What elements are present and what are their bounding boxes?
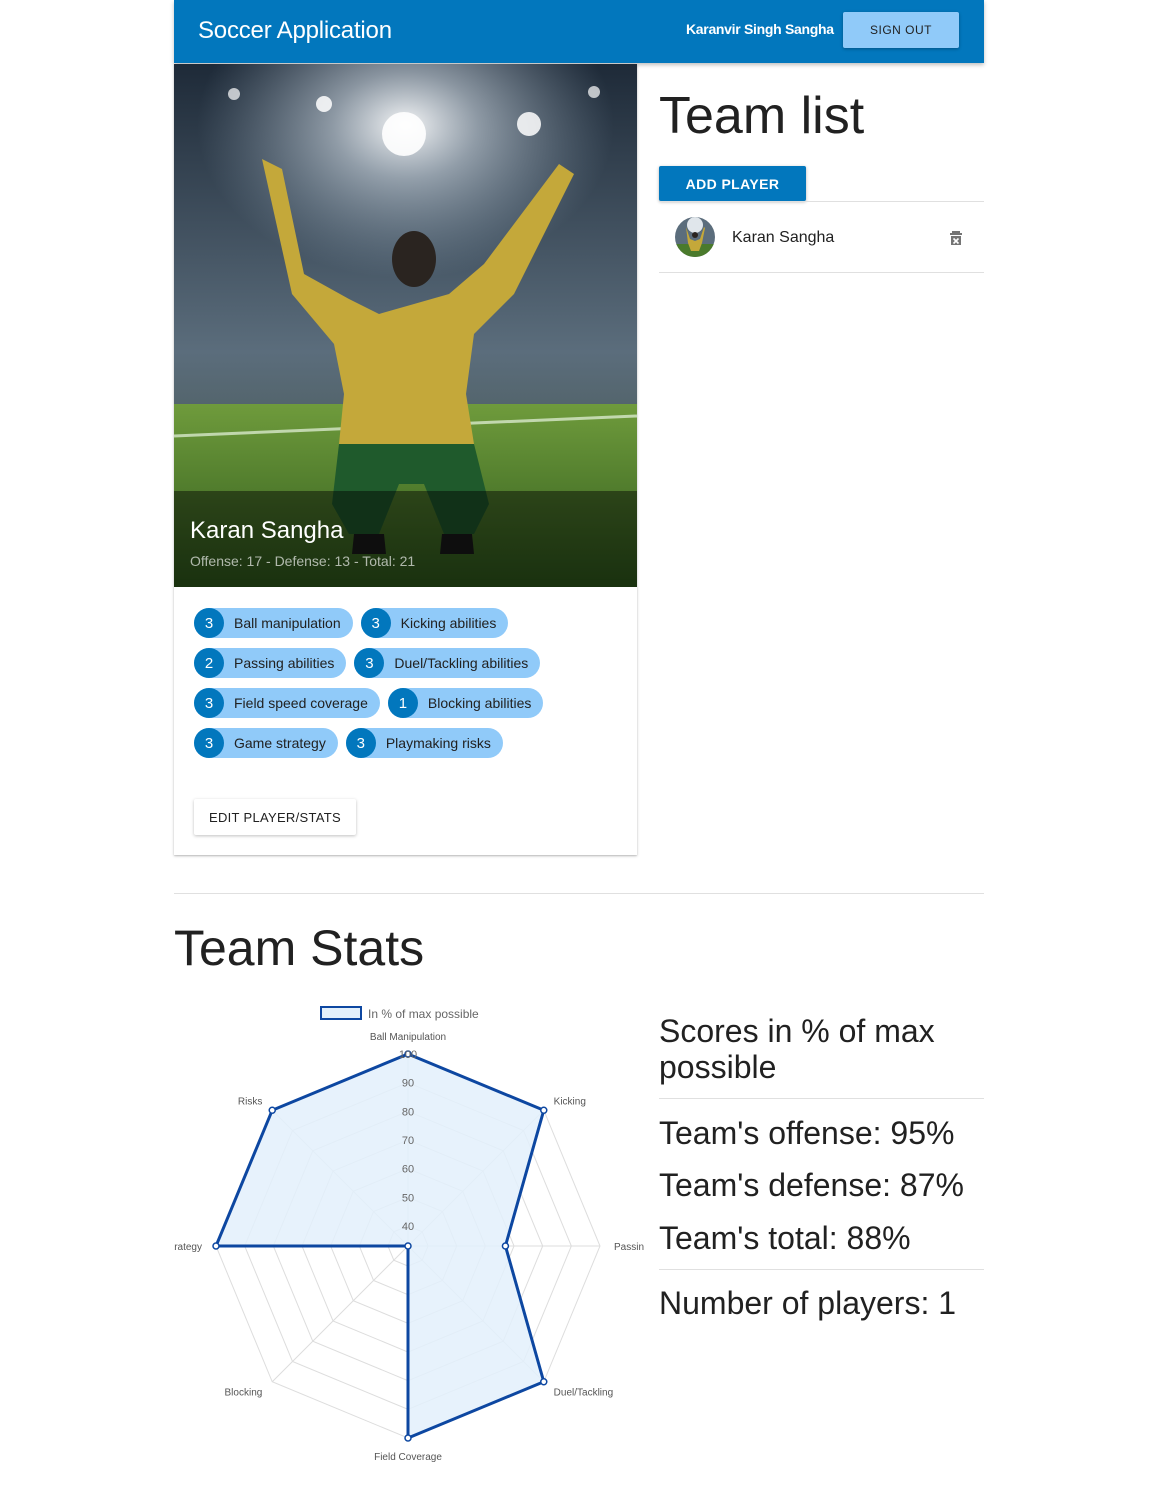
player-title-overlay: Karan Sangha Offense: 17 - Defense: 13 -…	[174, 491, 637, 587]
skill-chip: 3 Kicking abilities	[360, 608, 509, 638]
radar-data-point	[540, 1378, 548, 1386]
chip-label: Game strategy	[234, 735, 326, 751]
team-offense: Team's offense: 95%	[659, 1115, 955, 1151]
scores-title: Scores in % of max possible	[659, 1013, 935, 1085]
chip-score: 1	[387, 688, 418, 718]
skill-chip: 3 Ball manipulation	[194, 608, 353, 638]
team-stats-title: Team Stats	[174, 920, 425, 976]
player-card: Karan Sangha Offense: 17 - Defense: 13 -…	[174, 64, 637, 855]
delete-icon[interactable]	[946, 228, 966, 248]
user-name: Karanvir Singh Sangha	[686, 21, 834, 37]
radar-category-label: Passing	[614, 1242, 644, 1253]
radar-data-point	[404, 1242, 412, 1250]
legend-label: In % of max possible	[368, 1007, 479, 1021]
chip-label: Passing abilities	[234, 655, 335, 671]
skill-chip: 3 Duel/Tackling abilities	[354, 648, 541, 678]
chip-score: 3	[194, 688, 224, 718]
radar-data-point	[540, 1106, 548, 1114]
chip-label: Playmaking risks	[385, 735, 491, 751]
skill-chip: 2 Passing abilities	[194, 648, 347, 678]
chip-label: Field speed coverage	[234, 695, 368, 711]
radar-tick-label: 40	[402, 1221, 414, 1233]
radar-tick-label: 100	[399, 1049, 417, 1061]
radar-data-point	[268, 1106, 276, 1114]
radar-category-label: Blocking	[225, 1388, 263, 1399]
radar-data-point	[404, 1434, 412, 1442]
skill-chips: 3 Ball manipulation 3 Kicking abilities 2P…	[194, 608, 624, 768]
app-title: Soccer Application	[198, 17, 392, 44]
list-divider	[659, 201, 984, 202]
chip-row: 3 Field speed coverage 1 Blocking abilitie…	[194, 688, 624, 718]
team-total: Team's total: 88%	[659, 1220, 911, 1256]
edit-player-button[interactable]: EDIT PLAYER/STATS	[194, 799, 356, 835]
player-name: Karan Sangha	[190, 517, 344, 544]
radar-tick-label: 60	[402, 1164, 414, 1176]
radar-category-label: Risks	[238, 1096, 262, 1107]
chip-label: Kicking abilities	[400, 615, 497, 631]
radar-spoke	[271, 1245, 409, 1383]
chip-score: 3	[194, 608, 224, 638]
chip-label: Blocking abilities	[427, 695, 532, 711]
chip-row: 3 Ball manipulation 3 Kicking abilities	[194, 608, 624, 638]
sign-out-button[interactable]: SIGN OUT	[843, 12, 959, 48]
scores-divider	[659, 1269, 984, 1270]
add-player-button[interactable]: ADD PLAYER	[659, 166, 806, 201]
player-score-summary: Offense: 17 - Defense: 13 - Total: 21	[190, 553, 416, 569]
player-photo: Karan Sangha Offense: 17 - Defense: 13 -…	[174, 64, 637, 587]
team-list-item[interactable]: Karan Sangha	[659, 203, 984, 272]
team-list-title: Team list	[659, 87, 865, 145]
team-defense: Team's defense: 87%	[659, 1167, 964, 1203]
chip-label: Duel/Tackling abilities	[394, 655, 529, 671]
skill-chip: 3 Field speed coverage	[194, 688, 380, 718]
app-bar: Soccer Application Karanvir Singh Sangha…	[174, 0, 984, 63]
radar-category-label: Kicking	[554, 1096, 586, 1107]
list-divider	[659, 272, 984, 273]
chip-score: 2	[194, 648, 224, 678]
number-of-players: Number of players: 1	[659, 1285, 957, 1321]
player-avatar	[675, 217, 715, 257]
radar-category-label: Field Coverage	[374, 1452, 442, 1463]
radar-tick-label: 50	[402, 1192, 414, 1204]
chip-score: 3	[360, 608, 391, 638]
radar-tick-label: 90	[402, 1078, 414, 1090]
skill-chip: 1 Blocking abilities	[387, 688, 544, 718]
radar-series-area	[213, 1052, 546, 1441]
skill-chip: 3 Playmaking risks	[345, 728, 503, 758]
chip-score: 3	[354, 648, 385, 678]
player-list-name: Karan Sangha	[732, 229, 835, 246]
chip-score: 3	[194, 728, 224, 758]
radar-tick-label: 70	[402, 1135, 414, 1147]
radar-category-label: Duel/Tackling	[554, 1388, 613, 1399]
radar-chart: 40 50 60 70 80 90 100 Ball Manipulation Kicking P…	[174, 1006, 644, 1463]
radar-data-point	[501, 1242, 510, 1250]
radar-category-label: Strategy	[174, 1242, 202, 1253]
skill-chip: 3 Game strategy	[194, 728, 338, 758]
chip-label: Ball manipulation	[234, 615, 341, 631]
radar-tick-label: 80	[402, 1106, 414, 1118]
chip-row: 2 Passing abilities 3 Duel/Tackling abilit…	[194, 648, 624, 678]
scores-divider	[659, 1098, 984, 1099]
section-divider	[174, 893, 984, 894]
radar-data-point	[212, 1242, 220, 1250]
chip-row: 3 Game strategy 3 Playmaking risks	[194, 728, 624, 758]
radar-category-label: Ball Manipulation	[370, 1032, 446, 1043]
legend-swatch	[320, 1006, 362, 1020]
chip-score: 3	[345, 728, 376, 758]
